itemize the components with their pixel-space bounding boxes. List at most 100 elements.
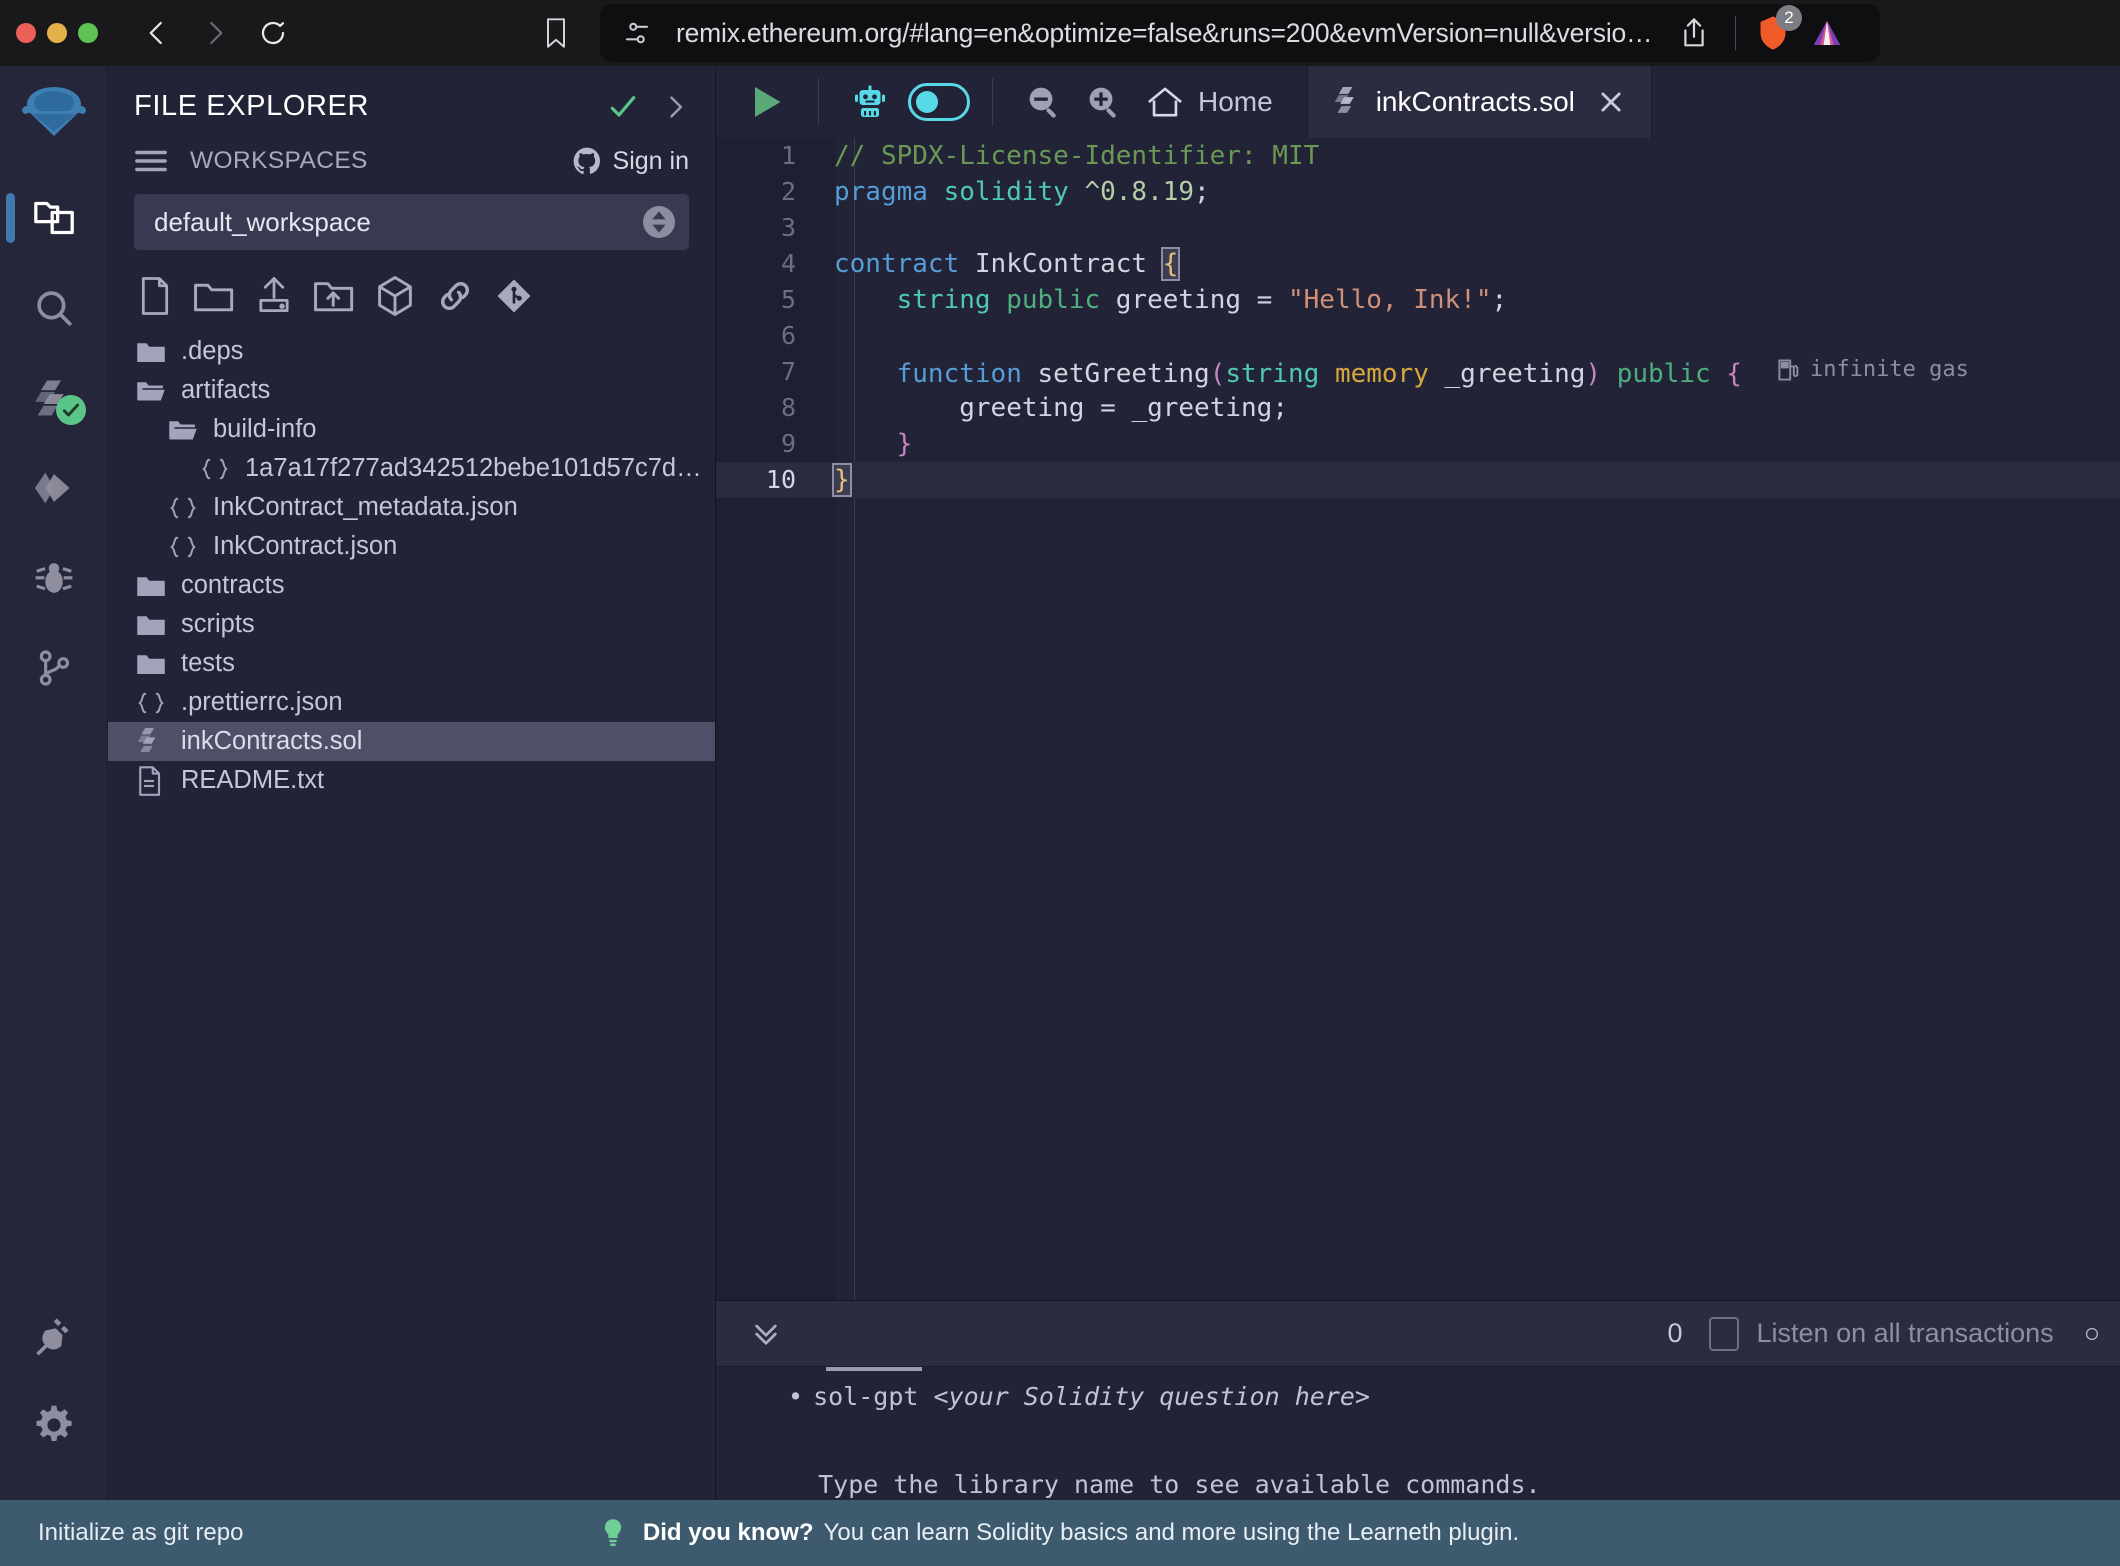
tree-item-inkcontracts-sol[interactable]: inkContracts.sol: [108, 722, 715, 761]
sidebar-item-solidity-compiler[interactable]: [0, 353, 108, 443]
tab-inkcontracts-sol[interactable]: inkContracts.sol: [1306, 66, 1652, 138]
tree-item-label: build-info: [213, 415, 317, 443]
tree-item-contracts[interactable]: contracts: [108, 566, 715, 605]
up-down-stepper-icon[interactable]: [643, 206, 675, 238]
sidebar-item-file-explorer[interactable]: [0, 173, 108, 263]
zoom-in-icon[interactable]: [1074, 66, 1134, 138]
new-file-icon[interactable]: [138, 277, 172, 315]
remix-logo[interactable]: [18, 84, 90, 151]
upload-file-icon[interactable]: [256, 277, 292, 315]
git-diamond-icon[interactable]: [496, 278, 532, 314]
tree-item-label: scripts: [181, 610, 255, 638]
code-line[interactable]: 3: [716, 210, 2120, 246]
code-token: InkContract: [974, 249, 1148, 279]
code-line[interactable]: 1 // SPDX-License-Identifier: MIT: [716, 138, 2120, 174]
cube-icon[interactable]: [376, 276, 414, 316]
tree-item-label: .deps: [181, 337, 244, 365]
did-you-know-label: Did you know?: [642, 1519, 814, 1546]
plugin-icon-rail: [0, 66, 108, 1500]
tree-item-deps[interactable]: .deps: [108, 332, 715, 371]
bookmark-icon[interactable]: [537, 14, 575, 52]
tree-item-1a7a17f277ad342512bebe101d57c7d9[interactable]: 1a7a17f277ad342512bebe101d57c7d9....: [108, 449, 715, 488]
tree-item-inkcontract-json[interactable]: InkContract.json: [108, 527, 715, 566]
site-settings-icon[interactable]: [622, 18, 652, 48]
code-text: pragma solidity ^0.8.19;: [816, 174, 1210, 210]
tree-item-tests[interactable]: tests: [108, 644, 715, 683]
workspace-select[interactable]: default_workspace: [134, 194, 689, 250]
code-lines[interactable]: 1 // SPDX-License-Identifier: MIT 2 pragma …: [716, 138, 2120, 1300]
status-tip: Did you know? You can learn Solidity bas…: [0, 1518, 2120, 1548]
ai-copilot-toggle[interactable]: [908, 83, 970, 121]
tree-item-build-info[interactable]: build-info: [108, 410, 715, 449]
code-line[interactable]: 7 function setGreeting(string memory _gr…: [716, 354, 2120, 390]
json-icon: [168, 534, 198, 560]
reload-icon[interactable]: [257, 17, 289, 49]
code-token: // SPDX-License-Identifier: MIT: [834, 141, 1320, 171]
close-icon[interactable]: [1597, 88, 1625, 116]
upload-folder-icon[interactable]: [314, 279, 354, 313]
new-folder-icon[interactable]: [194, 279, 234, 313]
tree-item-readme-txt[interactable]: README.txt: [108, 761, 715, 800]
checkbox-box[interactable]: [1708, 1316, 1739, 1351]
code-line[interactable]: 5 string public greeting = "Hello, Ink!"…: [716, 282, 2120, 318]
close-window-button[interactable]: [16, 23, 36, 43]
robot-icon[interactable]: [840, 66, 900, 138]
check-icon[interactable]: [607, 91, 639, 123]
link-icon[interactable]: [436, 278, 474, 314]
terminal-header-overflow[interactable]: ○: [2084, 1318, 2100, 1349]
home-button[interactable]: Home: [1134, 85, 1285, 119]
file-explorer-header: FILE EXPLORER: [108, 66, 715, 123]
tree-item-artifacts[interactable]: artifacts: [108, 371, 715, 410]
code-text: string public greeting = "Hello, Ink!";: [816, 282, 1508, 318]
sidebar-item-plugin-manager[interactable]: [0, 1290, 108, 1380]
share-icon[interactable]: [1667, 17, 1721, 49]
hamburger-icon[interactable]: [134, 148, 168, 174]
sign-in-button[interactable]: Sign in: [571, 145, 689, 177]
address-bar[interactable]: remix.ethereum.org/#lang=en&optimize=fal…: [600, 4, 1880, 62]
chevron-right-icon[interactable]: [661, 93, 689, 121]
listen-all-transactions-checkbox[interactable]: Listen on all transactions: [1708, 1316, 2054, 1351]
sidebar-item-debugger[interactable]: [0, 533, 108, 623]
sidebar-item-git[interactable]: [0, 623, 108, 713]
tree-item-prettierrc-json[interactable]: .prettierrc.json: [108, 683, 715, 722]
tree-item-label: README.txt: [181, 766, 325, 794]
extension-icon[interactable]: [1796, 17, 1858, 49]
line-number: 8: [780, 393, 796, 422]
code-line[interactable]: 4 contract InkContract {: [716, 246, 2120, 282]
maximize-window-button[interactable]: [78, 23, 98, 43]
code-line[interactable]: 2 pragma solidity ^0.8.19;: [716, 174, 2120, 210]
forward-chevron-icon[interactable]: [199, 17, 231, 49]
minimize-window-button[interactable]: [47, 23, 67, 43]
code-line[interactable]: 10}: [716, 462, 2120, 498]
code-token: greeting: [1115, 285, 1242, 315]
window-controls[interactable]: [16, 23, 98, 43]
code-text: contract InkContract {: [816, 246, 1181, 282]
zoom-out-icon[interactable]: [1014, 66, 1074, 138]
play-icon[interactable]: [738, 66, 796, 138]
code-editor[interactable]: 1 // SPDX-License-Identifier: MIT 2 pragma …: [716, 138, 2120, 1300]
url-text[interactable]: remix.ethereum.org/#lang=en&optimize=fal…: [676, 18, 1667, 49]
chevrons-down-icon[interactable]: [736, 1318, 796, 1350]
terminal-line-placeholder: <your Solidity question here>: [933, 1382, 1370, 1411]
code-token: ;: [1491, 285, 1508, 315]
code-text: }: [816, 426, 913, 462]
code-line[interactable]: 8 greeting = _greeting;: [716, 390, 2120, 426]
status-bar: Initialize as git repo Did you know? You…: [0, 1500, 2120, 1566]
brave-shields-icon[interactable]: 2: [1750, 5, 1802, 51]
sidebar-item-search[interactable]: [0, 263, 108, 353]
code-line[interactable]: 6: [716, 318, 2120, 354]
tree-item-scripts[interactable]: scripts: [108, 605, 715, 644]
tree-item-inkcontract-metadata-json[interactable]: InkContract_metadata.json: [108, 488, 715, 527]
code-line[interactable]: 9 }: [716, 426, 2120, 462]
terminal-body[interactable]: • sol-gpt <your Solidity question here> T…: [716, 1367, 2120, 1542]
workspace-select-value: default_workspace: [154, 206, 371, 237]
solidity-icon: [136, 727, 166, 756]
code-token: =: [1084, 393, 1132, 423]
sidebar-item-settings[interactable]: [0, 1380, 108, 1470]
sidebar-item-deploy-run[interactable]: [0, 443, 108, 533]
back-chevron-icon[interactable]: [141, 17, 173, 49]
